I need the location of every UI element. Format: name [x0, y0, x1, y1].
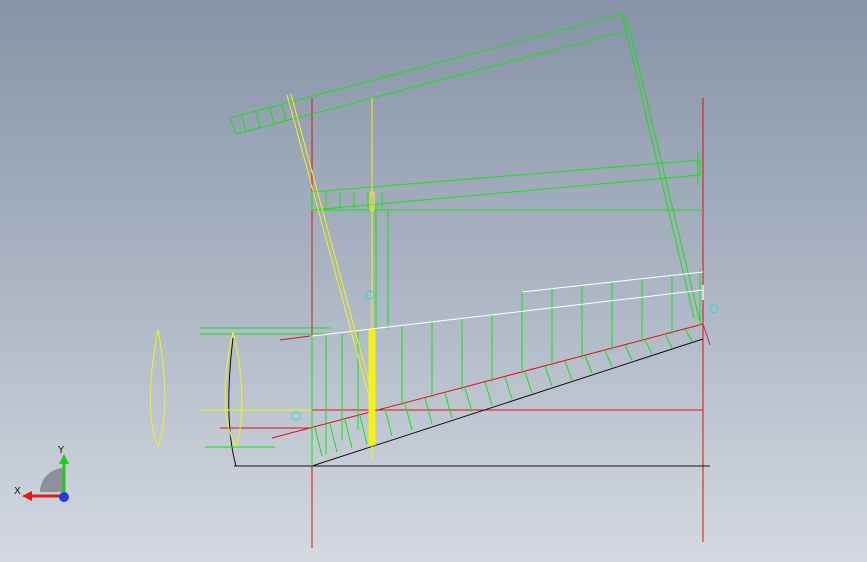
- red-slope-line: [271, 323, 704, 439]
- green-hatch: [281, 104, 287, 122]
- green-top-bar: [229, 13, 631, 135]
- green-diag-hatch: [644, 339, 653, 355]
- cyan-points: [291, 290, 719, 421]
- green-diag-hatch: [584, 355, 593, 374]
- sketch-canvas[interactable]: [0, 0, 867, 562]
- green-diag-hatch: [664, 333, 673, 349]
- yellow-diagonal-2: [290, 93, 377, 409]
- point-marker[interactable]: [709, 304, 719, 314]
- green-diag-hatch: [684, 328, 693, 342]
- green-diag-hatch: [384, 408, 393, 437]
- green-top-frame: [229, 13, 701, 323]
- green-diag-hatch: [359, 415, 368, 445]
- green-middle-beam: [311, 150, 703, 330]
- z-axis-dot: [59, 492, 69, 502]
- x-axis-head: [22, 491, 32, 501]
- white-slope-line: [311, 289, 704, 337]
- yellow-airfoil-profile-2: [224, 331, 243, 448]
- yellow-bar: [368, 329, 376, 446]
- magenta-tick: [702, 323, 711, 346]
- green-hatch: [241, 115, 247, 133]
- green-hatch: [269, 107, 275, 125]
- green-hatch: [255, 111, 261, 129]
- green-diag-hatch: [444, 392, 453, 419]
- green-diag-hatch: [329, 423, 338, 453]
- green-diag-hatch: [544, 365, 553, 387]
- point-marker[interactable]: [365, 290, 375, 300]
- triad-quadrant: [40, 468, 64, 492]
- green-diag-hatch: [524, 371, 533, 394]
- yellow-airfoil-profile: [149, 329, 166, 448]
- green-diag-hatch: [604, 349, 613, 368]
- yellow-diagonal: [286, 94, 373, 409]
- coordinate-triad: Y X: [14, 445, 69, 502]
- graphics-viewport[interactable]: Y X: [0, 0, 867, 562]
- green-diag-hatch: [624, 344, 633, 361]
- green-diag-hatch: [344, 419, 353, 449]
- green-diag-hatch: [314, 427, 323, 457]
- green-diag-hatch: [424, 397, 433, 425]
- green-diag-hatch: [564, 360, 573, 381]
- x-axis-label: X: [14, 486, 21, 497]
- y-axis-label: Y: [57, 445, 65, 456]
- green-diag-hatch: [464, 387, 473, 413]
- green-diag-hatch: [404, 403, 413, 431]
- point-marker[interactable]: [291, 411, 301, 421]
- green-diag-hatch: [484, 381, 493, 406]
- green-diag-hatch: [504, 376, 513, 400]
- red-short-line: [279, 335, 311, 341]
- white-profile-lines: [311, 271, 704, 337]
